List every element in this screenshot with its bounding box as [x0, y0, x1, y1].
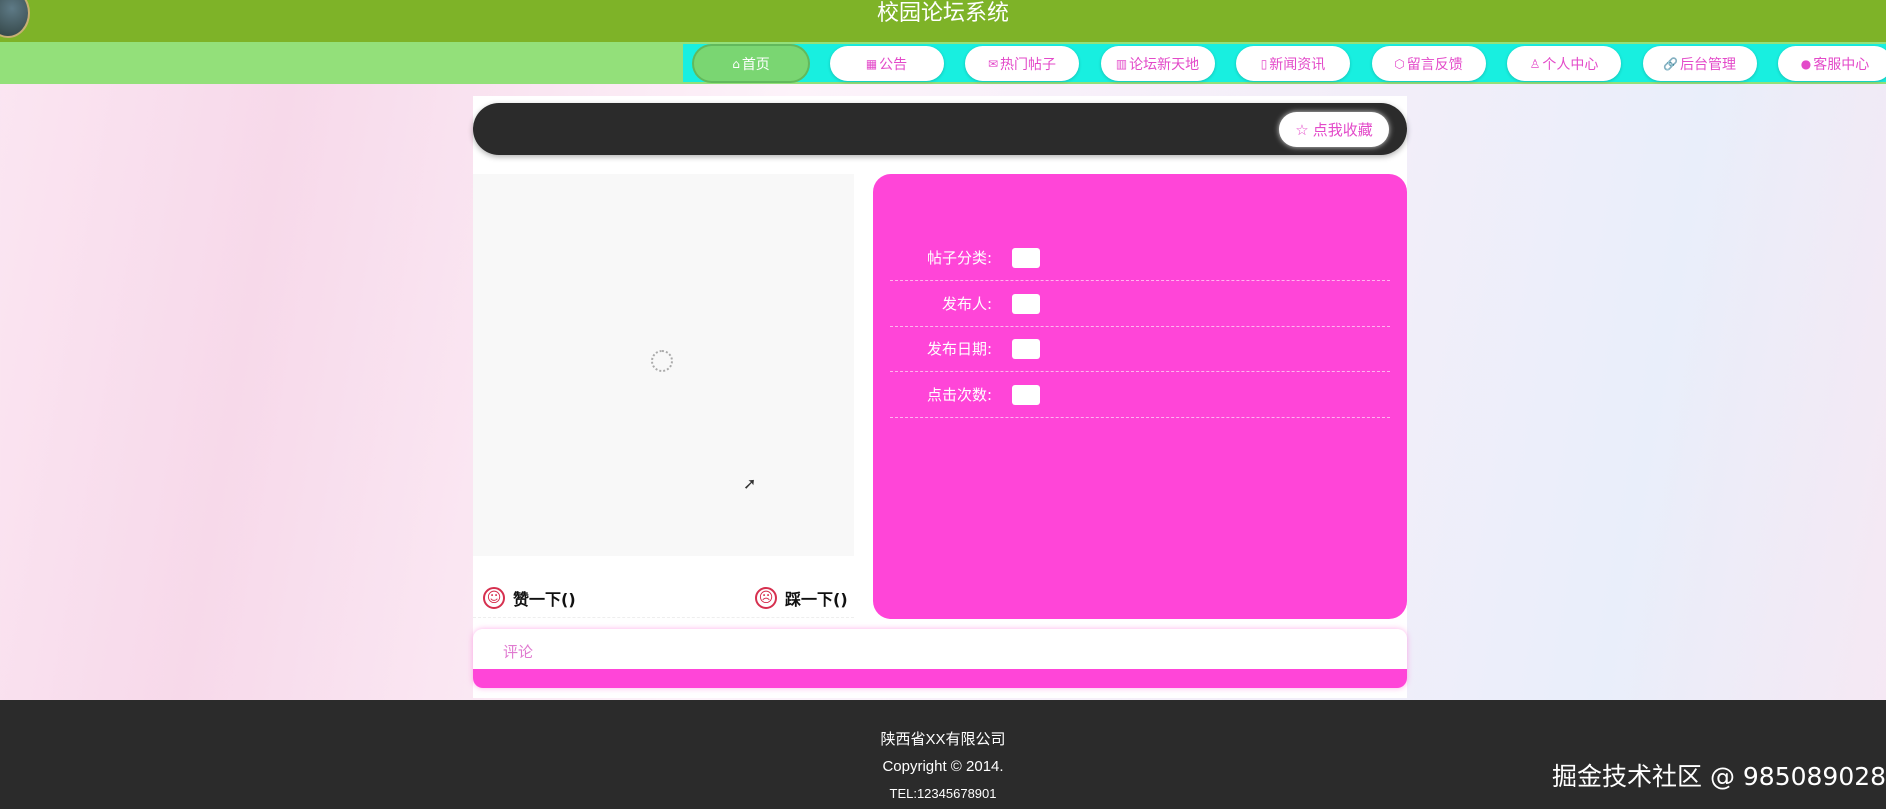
site-title: 校园论坛系统: [876, 1, 1009, 26]
vote-row: ☺ 赞一下() ☹ 踩一下(): [473, 580, 854, 618]
field-clicks: 点击次数:: [890, 372, 1390, 418]
dislike-button[interactable]: ☹ 踩一下(): [755, 586, 848, 610]
nav-item-4[interactable]: ▯ 新闻资讯: [1236, 46, 1350, 81]
top-header: 校园论坛系统: [0, 0, 1886, 42]
post-image: ➚: [473, 174, 854, 556]
nav-label: 客服中心: [1813, 56, 1870, 73]
nav-label: 首页: [741, 56, 770, 73]
comment-bar: [473, 669, 1407, 688]
field-author: 发布人:: [890, 281, 1390, 327]
post-info-panel: 帖子分类: 发布人: 发布日期: 点击次数:: [873, 174, 1407, 619]
nav-label: 公告: [879, 56, 908, 73]
field-label: 点击次数:: [926, 386, 992, 404]
link-icon: 🔗: [1663, 56, 1678, 71]
user-icon: ♙: [1529, 56, 1541, 71]
mouse-cursor-icon: ➚: [743, 474, 757, 493]
nav-label: 个人中心: [1542, 56, 1599, 73]
field-label: 发布人:: [941, 295, 992, 313]
favorite-label: 点我收藏: [1312, 121, 1373, 139]
nav-item-1[interactable]: ▦ 公告: [829, 46, 944, 81]
nav-item-3[interactable]: ▥ 论坛新天地: [1100, 46, 1215, 81]
field-value: [1012, 338, 1040, 359]
field-label: 帖子分类:: [926, 249, 992, 267]
mail-icon: ✉: [987, 56, 999, 71]
field-value: [1012, 247, 1040, 268]
notice-icon: ▦: [865, 56, 878, 71]
smile-icon: ☺: [483, 587, 505, 609]
title-bar: ☆ 点我收藏: [473, 103, 1407, 155]
like-label: 赞一下(): [513, 590, 576, 609]
star-icon: ☆: [1295, 120, 1309, 139]
watermark: 掘金技术社区 @ 985089028: [1552, 762, 1886, 791]
nav-item-2[interactable]: ✉ 热门帖子: [965, 46, 1079, 81]
nav-item-8[interactable]: ● 客服中心: [1778, 46, 1886, 81]
grid-icon: ▥: [1115, 56, 1128, 71]
nav-label: 论坛新天地: [1129, 56, 1200, 73]
dislike-label: 踩一下(): [785, 590, 848, 609]
field-label: 发布日期:: [926, 340, 992, 358]
nav-label: 后台管理: [1679, 56, 1736, 73]
nav-label: 留言反馈: [1406, 56, 1463, 73]
field-value: [1012, 384, 1040, 405]
footer-company: 陕西省XX有限公司: [880, 731, 1006, 748]
nav-item-6[interactable]: ♙ 个人中心: [1507, 46, 1621, 81]
comment-section: 评论: [473, 629, 1407, 688]
field-category: 帖子分类:: [890, 235, 1390, 281]
cube-icon: ⬡: [1394, 56, 1405, 71]
field-date: 发布日期:: [890, 326, 1390, 372]
nav-item-0[interactable]: ⌂ 首页: [694, 46, 808, 81]
field-value: [1012, 293, 1040, 314]
nav-label: 新闻资讯: [1269, 56, 1326, 73]
favorite-button[interactable]: ☆ 点我收藏: [1279, 112, 1389, 147]
loading-spinner-icon: [651, 350, 673, 372]
nav-item-7[interactable]: 🔗 后台管理: [1642, 46, 1757, 81]
news-icon: ▯: [1260, 56, 1268, 71]
chat-icon: ●: [1800, 56, 1812, 71]
nav-item-5[interactable]: ⬡ 留言反馈: [1371, 46, 1486, 81]
frown-icon: ☹: [755, 587, 777, 609]
comment-tab[interactable]: 评论: [473, 629, 1407, 669]
home-icon: ⌂: [732, 56, 740, 71]
nav-label: 热门帖子: [1000, 56, 1057, 73]
like-button[interactable]: ☺ 赞一下(): [483, 586, 576, 610]
